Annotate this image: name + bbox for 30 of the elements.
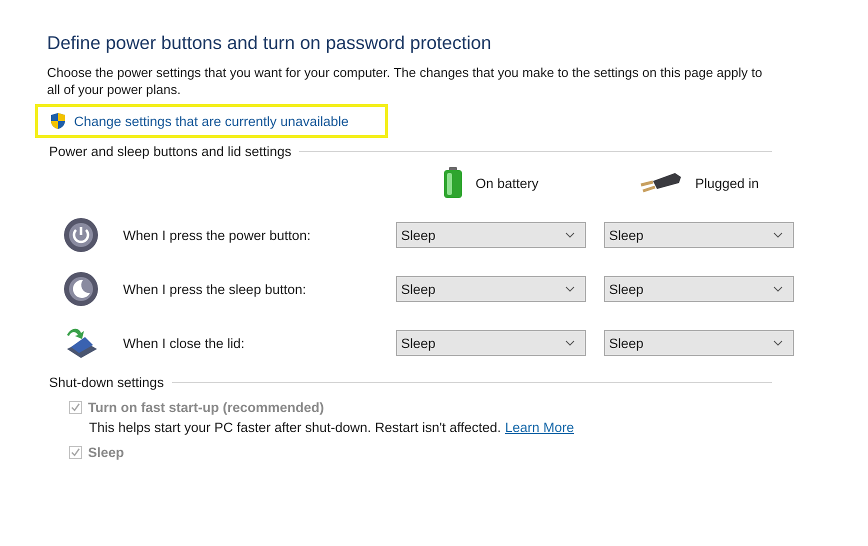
setting-label: When I close the lid: [123, 336, 246, 350]
shield-icon [50, 112, 66, 130]
power-icon [63, 217, 99, 253]
chevron-down-icon [565, 232, 575, 238]
setting-label: When I press the power button: [123, 228, 312, 242]
plug-icon [639, 171, 684, 195]
chevron-down-icon [773, 340, 783, 346]
page-title: Define power buttons and turn on password protection [47, 32, 492, 54]
moon-icon [63, 271, 99, 307]
chevron-down-icon [773, 286, 783, 292]
description-text: Choose the power settings that you want for your computer. The changes that you make to the settings on this page apply to all of your power plans. [47, 64, 764, 98]
option-label: Sleep [88, 445, 124, 460]
action-dropdown[interactable]: Sleep [604, 222, 794, 248]
section-heading: Shut-down settings [49, 375, 164, 390]
column-heading: Plugged in [695, 176, 759, 190]
setting-label: When I press the sleep button: [123, 282, 308, 296]
option-description: This helps start your PC faster after shut-down. Restart isn't affected. [89, 420, 502, 435]
action-dropdown[interactable]: Sleep [396, 222, 586, 248]
action-dropdown[interactable]: Sleep [396, 276, 586, 302]
option-label: Turn on fast start-up (recommended) [88, 400, 324, 415]
chevron-down-icon [565, 340, 575, 346]
action-dropdown[interactable]: Sleep [604, 276, 794, 302]
chevron-down-icon [773, 232, 783, 238]
column-heading: On battery [475, 176, 539, 190]
action-dropdown[interactable]: Sleep [604, 330, 794, 356]
change-settings-link[interactable]: Change settings that are currently unavailable [74, 114, 349, 128]
action-dropdown[interactable]: Sleep [396, 330, 586, 356]
section-heading: Power and sleep buttons and lid settings [49, 144, 292, 159]
battery-icon [443, 167, 464, 199]
chevron-down-icon [565, 286, 575, 292]
